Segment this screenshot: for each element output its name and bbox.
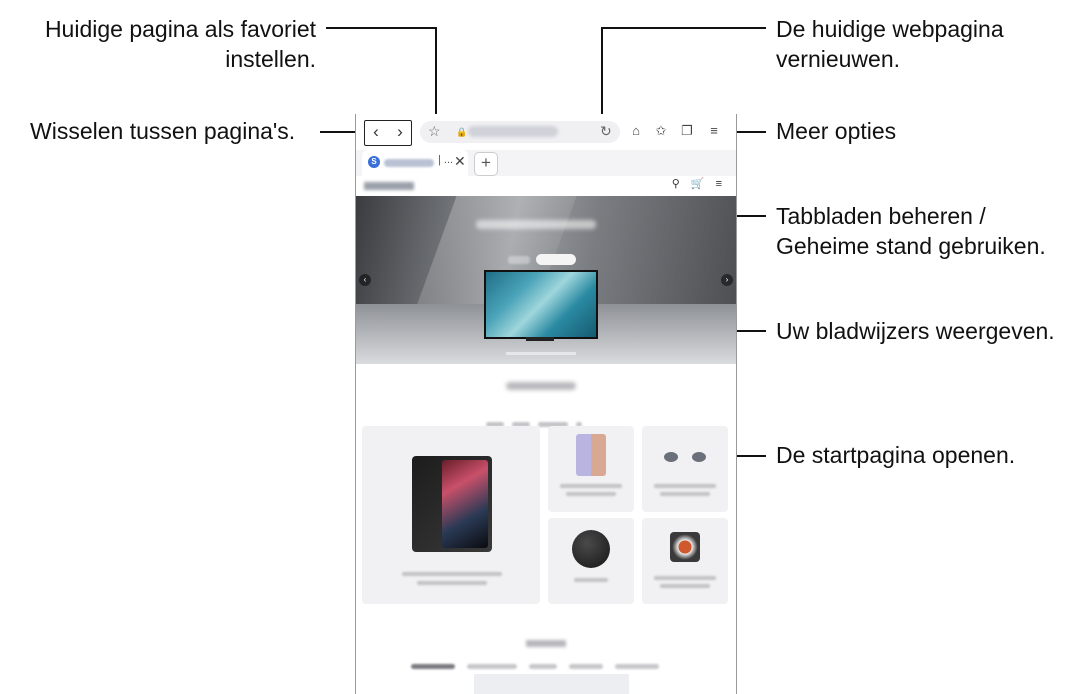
site-favicon-icon: S (368, 156, 380, 168)
browser-toolbar: ‹ › ☆ 🔒 ↻ ⌂ ✩ ❐ ≡ (356, 114, 736, 150)
phone-image (412, 456, 492, 552)
filter-tabs[interactable] (486, 414, 606, 427)
browser-tab[interactable]: S | ... ✕ (362, 150, 468, 176)
phones-image (576, 434, 606, 476)
product-text (654, 484, 716, 488)
earbuds-image (664, 452, 708, 464)
url-text (468, 126, 558, 137)
bookmarks-icon[interactable]: ✩ (653, 123, 669, 139)
tab-title (384, 159, 434, 167)
phone-screen (442, 460, 488, 548)
product-text (574, 578, 608, 582)
refresh-leader-h (601, 27, 766, 29)
favorite-leader-h (326, 27, 436, 29)
site-logo[interactable] (364, 182, 414, 190)
product-card-charger[interactable] (642, 518, 728, 604)
hero-title (476, 220, 596, 229)
hero-banner[interactable]: ‹ › (356, 196, 736, 364)
tabs-icon[interactable]: ❐ (679, 123, 695, 139)
bookmarks-callout: Uw bladwijzers weergeven. (776, 318, 1055, 344)
carousel-indicator (506, 352, 576, 355)
product-text (660, 584, 710, 588)
switch-pages-callout: Wisselen tussen pagina's. (30, 118, 296, 144)
lock-icon: 🔒 (456, 127, 468, 137)
tab-strip: S | ... ✕ + (356, 150, 736, 176)
browser-screen: ‹ › ☆ 🔒 ↻ ⌂ ✩ ❐ ≡ S | ... ✕ + ⚲ 🛒 ≡ ‹ › (355, 114, 737, 694)
tab-title-ellipsis: | ... (438, 154, 454, 166)
product-text (654, 576, 716, 580)
more-options-callout: Meer opties (776, 118, 897, 144)
hero-button[interactable] (536, 254, 576, 265)
hero-link[interactable] (508, 256, 530, 264)
product-text (560, 484, 622, 488)
bottom-product-image (474, 674, 629, 694)
favorite-callout: Huidige pagina als favoriet instellen. (44, 16, 316, 72)
product-text (402, 572, 502, 576)
back-button[interactable]: ‹ (366, 122, 386, 142)
menu-icon[interactable]: ≡ (706, 123, 722, 138)
tabs-callout: Tabbladen beheren / Geheime stand gebrui… (776, 203, 1046, 259)
home-icon[interactable]: ⌂ (628, 123, 644, 138)
favorite-star-icon[interactable]: ☆ (428, 123, 441, 140)
product-text (660, 492, 710, 496)
charger-image (670, 532, 700, 562)
address-bar[interactable]: ☆ 🔒 ↻ (420, 121, 620, 143)
site-header: ⚲ 🛒 ≡ (356, 176, 736, 197)
product-text (417, 581, 487, 585)
site-header-icons[interactable]: ⚲ 🛒 ≡ (672, 177, 726, 190)
refresh-callout: De huidige webpagina vernieuwen. (776, 16, 1004, 72)
reload-icon[interactable]: ↻ (600, 123, 612, 140)
carousel-prev-icon[interactable]: ‹ (359, 274, 371, 286)
smarttag-image (572, 530, 610, 568)
refresh-leader-v (601, 27, 603, 119)
carousel-next-icon[interactable]: › (721, 274, 733, 286)
section-title (506, 382, 576, 390)
home-callout: De startpagina openen. (776, 442, 1016, 468)
product-card-tag[interactable] (548, 518, 634, 604)
favorite-leader-v (435, 27, 437, 119)
product-card-earbuds[interactable] (642, 426, 728, 512)
product-card-phone[interactable] (362, 426, 540, 604)
bottom-filter-tabs[interactable] (411, 656, 681, 669)
product-card-phones[interactable] (548, 426, 634, 512)
new-tab-button[interactable]: + (474, 152, 498, 176)
close-tab-icon[interactable]: ✕ (454, 153, 466, 170)
forward-button[interactable]: › (390, 122, 410, 142)
tv-image (484, 270, 598, 339)
bottom-section-title (526, 640, 566, 647)
tv-stand (526, 337, 554, 341)
product-text (566, 492, 616, 496)
